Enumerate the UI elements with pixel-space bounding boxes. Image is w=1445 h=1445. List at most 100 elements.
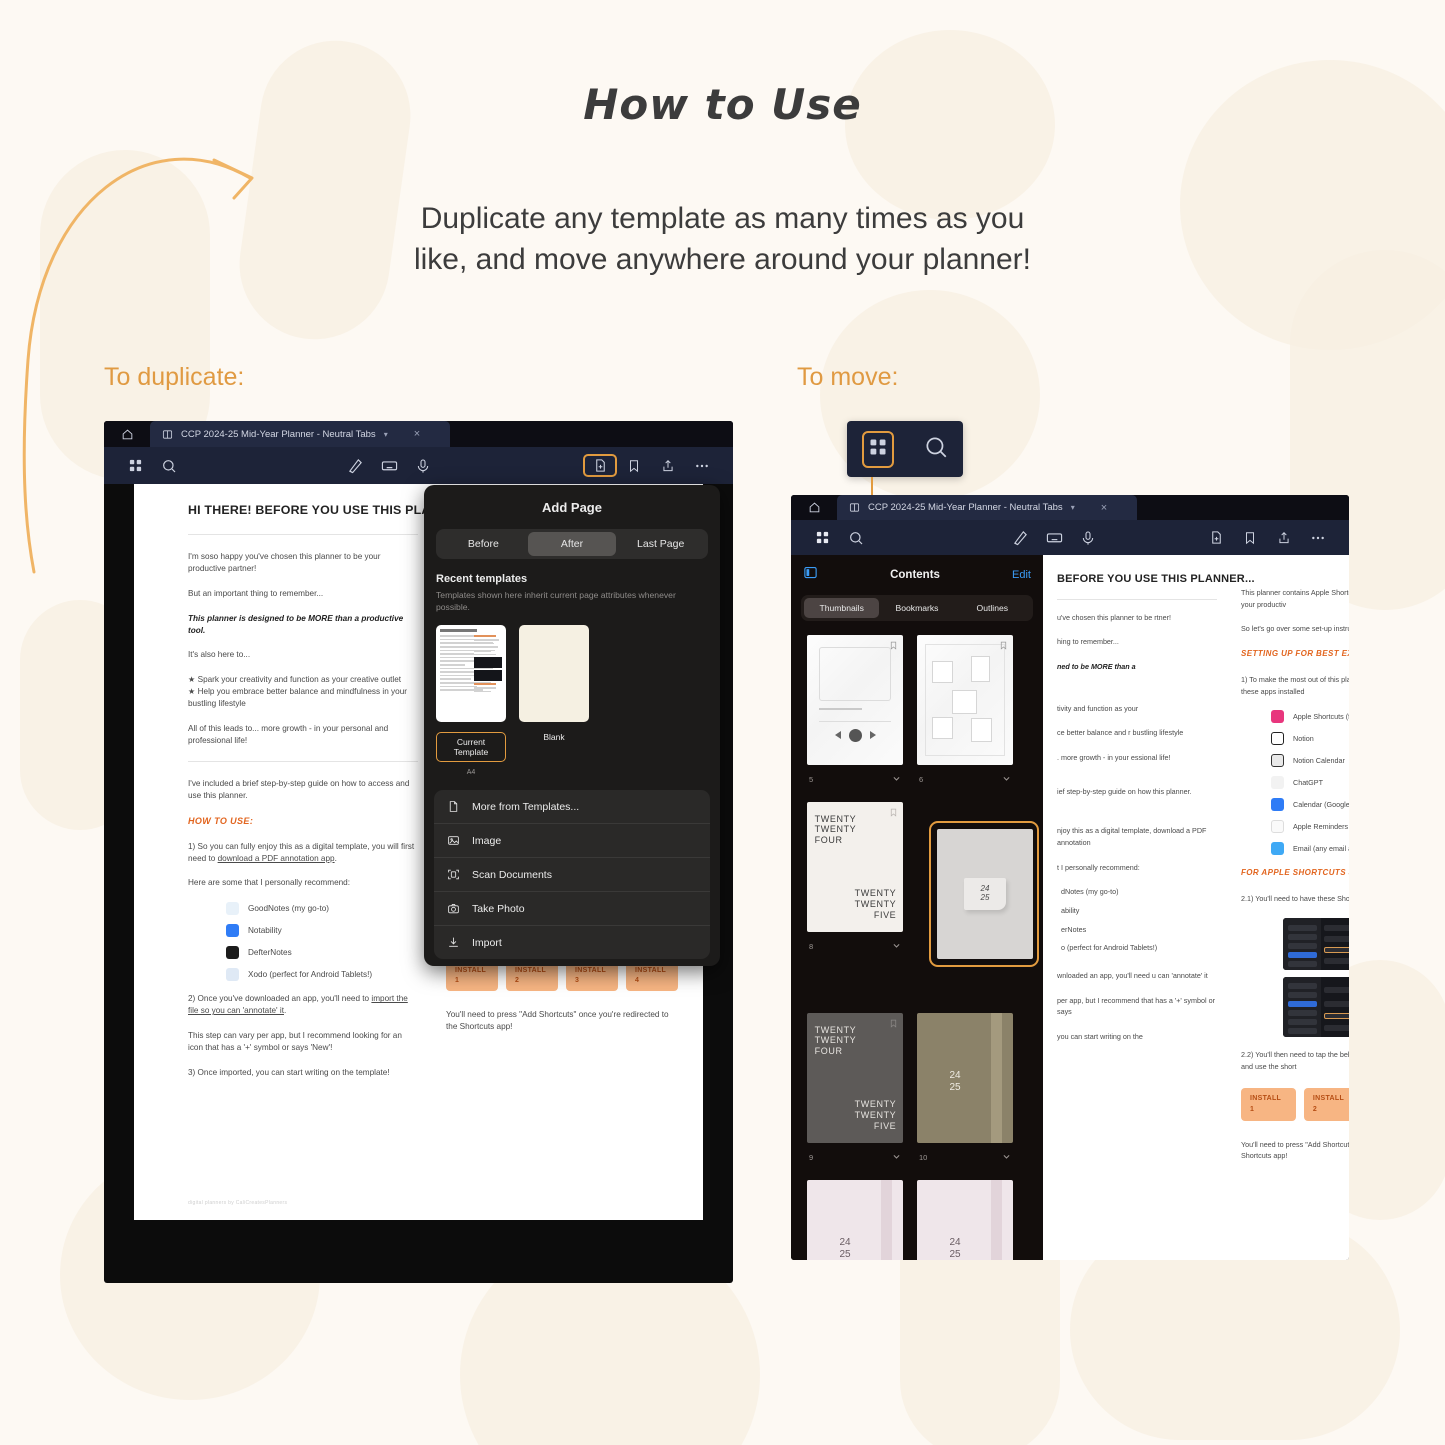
segment-before[interactable]: Before	[439, 532, 528, 556]
page-thumbnail-8[interactable]: TWENTY TWENTY FOUR TWENTY TWENTY FIVE 8	[807, 802, 903, 955]
cover-text-top: TWENTY TWENTY FOUR	[814, 1024, 857, 1056]
grid-icon[interactable]	[805, 530, 839, 545]
pdf-annotation-link[interactable]: download a PDF annotation app	[218, 854, 335, 863]
thumbnail-image[interactable]: 24 25	[807, 1180, 903, 1260]
install-2-button[interactable]: INSTALL 2	[1303, 1088, 1349, 1121]
share-icon[interactable]	[651, 459, 685, 473]
template-current[interactable]: Current Template A4	[436, 625, 506, 776]
page-thumbnail-9[interactable]: TWENTY TWENTY FOUR TWENTY TWENTY FIVE 9	[807, 1013, 903, 1166]
thumbnail-image[interactable]: 24 25	[917, 1180, 1013, 1260]
template-blank[interactable]: Blank	[519, 625, 589, 776]
chevron-down-icon[interactable]	[892, 1148, 901, 1166]
grid-button-highlight[interactable]	[861, 430, 894, 468]
keyboard-icon[interactable]	[1037, 529, 1071, 546]
chevron-down-icon[interactable]	[1002, 1148, 1011, 1166]
thumbnail-image[interactable]: 24 25	[917, 1013, 1013, 1143]
app-name: o (perfect for Android Tablets!)	[1061, 943, 1158, 953]
more-icon[interactable]	[1301, 530, 1335, 546]
tab-bookmarks[interactable]: Bookmarks	[879, 598, 954, 618]
list-item: Email (any email app	[1271, 842, 1349, 856]
menu-item-take-photo[interactable]: Take Photo	[434, 891, 710, 925]
microphone-icon[interactable]	[406, 458, 440, 474]
doc-paragraph: It's also here to...	[188, 650, 251, 660]
search-icon[interactable]	[839, 530, 873, 546]
defternotes-icon	[226, 946, 239, 960]
menu-item-image[interactable]: Image	[434, 823, 710, 857]
chevron-down-icon[interactable]	[1002, 770, 1011, 788]
menu-item-label: Import	[472, 936, 502, 949]
right-doc-column-1: BEFORE YOU USE THIS PLANNER... u've chos…	[1057, 571, 1255, 1056]
search-icon[interactable]	[152, 458, 186, 474]
tab-outlines[interactable]: Outlines	[955, 598, 1030, 618]
thumbnail-image[interactable]	[807, 635, 903, 765]
segment-after[interactable]: After	[527, 532, 617, 556]
template-thumbnail[interactable]	[519, 625, 589, 723]
list-item: ChatGPT	[1271, 776, 1349, 790]
subtitle-line-2: like, and move anywhere around your plan…	[413, 243, 1032, 277]
app-name: DefterNotes	[248, 947, 292, 957]
install-1-button[interactable]: INSTALL 1	[1241, 1088, 1296, 1121]
doc-paragraph: 2.1) You'll need to have these Short tur…	[1241, 894, 1349, 904]
add-page-icon[interactable]	[1199, 530, 1233, 545]
page-thumbnail-12[interactable]: 24 25	[917, 1180, 1013, 1260]
thumbnail-image[interactable]: TWENTY TWENTY FOUR TWENTY TWENTY FIVE	[807, 802, 903, 932]
segment-last-page[interactable]: Last Page	[616, 532, 705, 556]
cover-year: 24 25	[839, 1237, 851, 1260]
add-page-button[interactable]	[583, 454, 617, 477]
list-item: Apple Reminders (fo	[1271, 820, 1349, 834]
keyboard-icon[interactable]	[372, 457, 406, 474]
thumbnail-image[interactable]	[917, 635, 1013, 765]
edit-button[interactable]: Edit	[1012, 569, 1031, 581]
close-icon[interactable]: ×	[1101, 502, 1107, 514]
tab-thumbnails[interactable]: Thumbnails	[804, 598, 880, 618]
import-icon	[446, 936, 461, 949]
thumbnail-image[interactable]: 24 25	[937, 829, 1033, 959]
thumbnail-footer: 10	[917, 1148, 1013, 1166]
search-button[interactable]	[923, 434, 949, 465]
grid-icon[interactable]	[118, 458, 152, 473]
pen-icon[interactable]	[1003, 529, 1037, 546]
thumbnail-footer: 6	[917, 770, 1013, 788]
page-thumbnail-selected[interactable]: 24 25	[929, 821, 1039, 967]
menu-item-import[interactable]: Import	[434, 925, 710, 959]
thumbnail-image[interactable]: TWENTY TWENTY FOUR TWENTY TWENTY FIVE	[807, 1013, 903, 1143]
close-icon[interactable]: ×	[414, 428, 420, 440]
page-number: 9	[809, 1152, 814, 1162]
share-icon[interactable]	[1267, 531, 1301, 545]
sidebar-icon[interactable]	[803, 565, 818, 585]
tabs-icon	[162, 429, 173, 439]
microphone-icon[interactable]	[1071, 530, 1105, 546]
pen-icon[interactable]	[338, 457, 372, 474]
page-thumbnail-11[interactable]: 24 25	[807, 1180, 903, 1260]
doc-subheading-setting-up: SETTING UP FOR BEST EXPERIENCE	[1241, 648, 1349, 658]
doc-paragraph: 2.2) You'll then need to tap the belo in…	[1241, 1049, 1349, 1071]
menu-item-scan-documents[interactable]: Scan Documents	[434, 857, 710, 891]
bookmark-icon[interactable]	[617, 459, 651, 473]
page-thumbnail-6[interactable]: 6	[917, 635, 1013, 788]
contents-segmented-control: Thumbnails Bookmarks Outlines	[801, 595, 1033, 621]
page-number: 8	[809, 941, 814, 951]
bookmark-icon[interactable]	[1233, 531, 1267, 545]
chevron-down-icon[interactable]: ▾	[384, 430, 388, 439]
menu-item-more-from-templates[interactable]: More from Templates...	[434, 790, 710, 823]
template-thumbnail[interactable]	[436, 625, 506, 723]
document-tab[interactable]: CCP 2024-25 Mid-Year Planner - Neutral T…	[837, 495, 1137, 520]
home-icon[interactable]	[791, 495, 837, 520]
camera-icon	[446, 902, 461, 915]
search-icon	[925, 436, 946, 457]
text: 2) Once you've downloaded an app, you'll…	[188, 994, 372, 1004]
goodnotes-icon	[226, 902, 239, 916]
position-segmented-control: Before After Last Page	[436, 529, 708, 559]
chevron-down-icon[interactable]: ▾	[1071, 503, 1075, 512]
left-tab-bar: CCP 2024-25 Mid-Year Planner - Neutral T…	[104, 421, 733, 447]
page-thumbnail-5[interactable]: 5	[807, 635, 903, 788]
page-thumbnail-10[interactable]: 24 25 10	[917, 1013, 1013, 1166]
doc-subheading-how-to-use: HOW TO USE:	[188, 815, 254, 826]
doc-paragraph: njoy this as a digital template, downloa…	[1057, 826, 1207, 848]
home-icon[interactable]	[104, 421, 150, 447]
chevron-down-icon[interactable]	[892, 937, 901, 955]
chevron-down-icon[interactable]	[892, 770, 901, 788]
more-icon[interactable]	[685, 458, 719, 474]
document-tab[interactable]: CCP 2024-25 Mid-Year Planner - Neutral T…	[150, 421, 450, 447]
app-name: Email (any email app	[1293, 843, 1349, 853]
